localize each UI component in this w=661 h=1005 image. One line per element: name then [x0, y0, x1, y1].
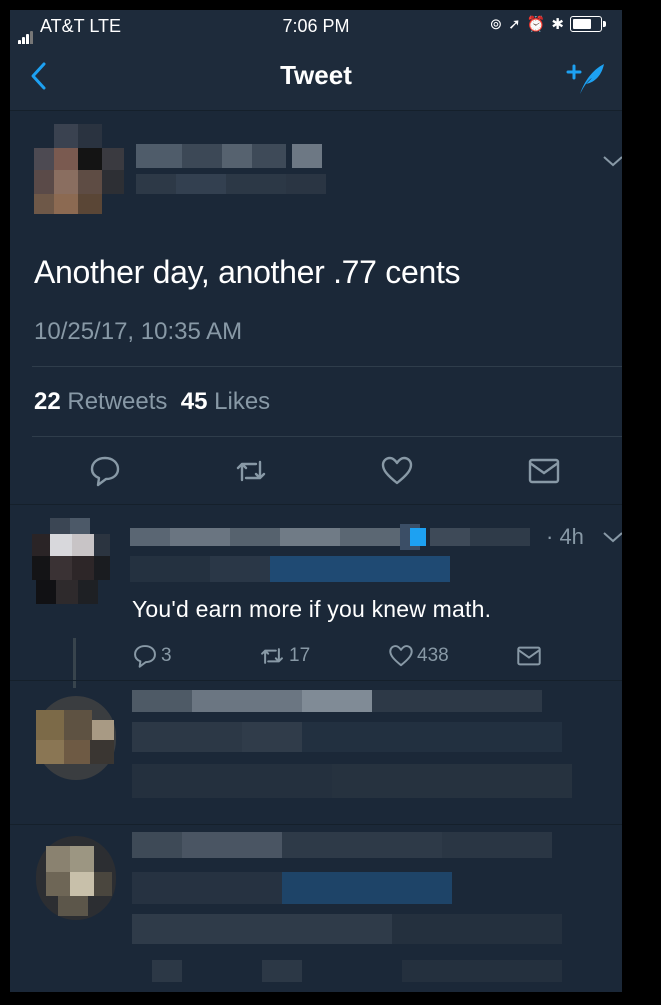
status-icons: ⊚ ➚ ⏰ ✱ — [489, 15, 606, 33]
chevron-down-icon[interactable] — [602, 530, 622, 544]
divider — [10, 680, 622, 681]
reply-icon[interactable] — [88, 454, 122, 488]
lock-rotation-icon: ⊚ — [489, 16, 503, 33]
page-title: Tweet — [280, 60, 352, 90]
reply-like-button[interactable]: 438 — [388, 642, 449, 670]
reply-3-content[interactable] — [132, 824, 612, 992]
reply-likes-count: 438 — [417, 645, 449, 666]
bluetooth-icon: ✱ — [551, 16, 564, 33]
author-name-and-handle[interactable] — [136, 134, 356, 214]
retweet-icon[interactable] — [234, 454, 268, 488]
reply-avatar[interactable] — [32, 518, 112, 608]
author-avatar[interactable] — [34, 124, 126, 216]
reply-icon — [134, 645, 156, 668]
reply-replies-count: 3 — [161, 645, 172, 666]
divider — [10, 504, 622, 505]
compose-tweet-icon[interactable] — [566, 60, 606, 96]
tweet-stats: 22 Retweets 45 Likes — [34, 388, 270, 416]
retweet-icon — [261, 648, 283, 664]
reply-retweets-count: 17 — [289, 645, 311, 666]
retweets-label[interactable]: Retweets — [67, 388, 167, 415]
divider — [32, 366, 622, 367]
reply-text: You'd earn more if you knew math. — [132, 596, 492, 622]
likes-count[interactable]: 45 — [181, 388, 208, 415]
like-heart-icon[interactable] — [380, 454, 414, 488]
tweet-timestamp: 10/25/17, 10:35 AM — [34, 318, 243, 345]
reply-age: · 4h — [546, 524, 584, 549]
tweet-text: Another day, another .77 cents — [34, 254, 461, 290]
divider — [32, 436, 622, 437]
direct-message-icon[interactable] — [527, 454, 561, 488]
chevron-down-icon[interactable] — [602, 154, 622, 168]
location-icon: ➚ — [508, 16, 521, 33]
likes-label[interactable]: Likes — [214, 388, 270, 415]
phone-screen: AT&T LTE 7:06 PM ⊚ ➚ ⏰ ✱ Tweet Another d… — [10, 10, 622, 992]
reply-2-avatar[interactable] — [32, 696, 118, 780]
nav-bar: Tweet — [10, 44, 622, 111]
reply-3-avatar[interactable] — [32, 836, 118, 920]
reply-retweet-button[interactable]: 17 — [258, 642, 310, 670]
reply-2-content[interactable] — [132, 684, 612, 824]
like-heart-icon — [389, 645, 413, 667]
reply-author-name-and-handle[interactable] — [130, 522, 540, 588]
status-bar: AT&T LTE 7:06 PM ⊚ ➚ ⏰ ✱ — [10, 10, 622, 45]
retweets-count[interactable]: 22 — [34, 388, 61, 415]
alarm-icon: ⏰ — [526, 16, 546, 33]
direct-message-icon — [517, 646, 541, 666]
reply-reply-button[interactable]: 3 — [132, 642, 172, 670]
battery-icon — [570, 16, 606, 32]
reply-message-button[interactable] — [516, 642, 542, 670]
